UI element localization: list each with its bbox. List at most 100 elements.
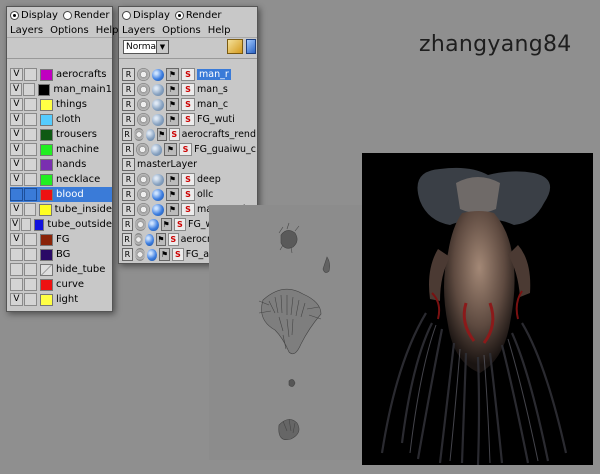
- shading-group-icon[interactable]: S: [181, 173, 195, 186]
- shading-ball-icon[interactable]: [147, 248, 158, 261]
- display-layer-row[interactable]: curve: [10, 277, 112, 292]
- template-toggle[interactable]: [24, 278, 37, 291]
- display-layer-row[interactable]: Vthings: [10, 97, 112, 112]
- layer-color-swatch[interactable]: [40, 158, 53, 171]
- shading-group-icon[interactable]: S: [173, 218, 186, 231]
- shading-group-icon[interactable]: S: [181, 98, 195, 111]
- template-toggle[interactable]: [24, 263, 37, 276]
- pass-flag-icon[interactable]: ⚑: [159, 248, 170, 261]
- pass-flag-icon[interactable]: ⚑: [166, 173, 179, 186]
- render-layer-row[interactable]: R ⚑ S FG_guaiwu_c: [122, 142, 256, 157]
- template-toggle[interactable]: [24, 188, 37, 201]
- template-toggle[interactable]: [24, 113, 37, 126]
- recycle-icon[interactable]: [137, 203, 150, 216]
- recycle-icon[interactable]: [137, 83, 150, 96]
- template-toggle[interactable]: [21, 218, 32, 231]
- recycle-icon[interactable]: [137, 68, 150, 81]
- template-toggle[interactable]: [24, 248, 37, 261]
- visibility-toggle[interactable]: V: [10, 203, 23, 216]
- pass-flag-icon[interactable]: ⚑: [164, 143, 177, 156]
- pass-flag-icon[interactable]: ⚑: [166, 188, 179, 201]
- shading-ball-icon[interactable]: [145, 128, 155, 141]
- shading-group-icon[interactable]: S: [181, 68, 195, 81]
- template-toggle[interactable]: [24, 143, 37, 156]
- visibility-toggle[interactable]: V: [10, 113, 23, 126]
- display-layer-row[interactable]: Vlight: [10, 292, 112, 307]
- layer-color-swatch[interactable]: [40, 68, 53, 81]
- layer-color-swatch[interactable]: [40, 278, 53, 291]
- layer-color-swatch[interactable]: [40, 173, 53, 186]
- layer-color-swatch[interactable]: [40, 263, 53, 276]
- pass-flag-icon[interactable]: ⚑: [156, 128, 167, 141]
- pass-flag-icon[interactable]: ⚑: [166, 113, 179, 126]
- visibility-toggle[interactable]: V: [10, 158, 23, 171]
- renderable-toggle[interactable]: R: [122, 83, 135, 96]
- shading-group-icon[interactable]: S: [167, 233, 179, 246]
- recycle-icon[interactable]: [137, 173, 150, 186]
- layer-color-swatch[interactable]: [40, 143, 53, 156]
- renderable-toggle[interactable]: R: [122, 173, 135, 186]
- template-toggle[interactable]: [24, 173, 37, 186]
- display-layer-row[interactable]: Vmachine: [10, 142, 112, 157]
- visibility-toggle[interactable]: V: [10, 98, 23, 111]
- recycle-icon[interactable]: [137, 113, 150, 126]
- visibility-toggle[interactable]: V: [10, 218, 21, 231]
- layer-color-swatch[interactable]: [38, 83, 51, 96]
- display-layer-row[interactable]: Vman_main1: [10, 82, 112, 97]
- shading-group-icon[interactable]: S: [171, 248, 184, 261]
- renderable-toggle[interactable]: R: [122, 98, 135, 111]
- layer-option-icon[interactable]: [246, 39, 256, 54]
- layer-color-swatch[interactable]: [40, 248, 53, 261]
- display-layer-row[interactable]: Vtrousers: [10, 127, 112, 142]
- recycle-icon[interactable]: [133, 233, 144, 246]
- radio-display[interactable]: Display: [10, 10, 58, 21]
- visibility-toggle[interactable]: [10, 248, 23, 261]
- layer-color-swatch[interactable]: [39, 203, 52, 216]
- pass-flag-icon[interactable]: ⚑: [166, 203, 179, 216]
- new-layer-icon[interactable]: [227, 39, 243, 54]
- shading-group-icon[interactable]: S: [181, 113, 195, 126]
- renderable-toggle[interactable]: R: [122, 203, 135, 216]
- template-toggle[interactable]: [24, 68, 37, 81]
- display-layer-row[interactable]: Vaerocrafts: [10, 67, 112, 82]
- template-toggle[interactable]: [24, 128, 37, 141]
- visibility-toggle[interactable]: V: [10, 128, 23, 141]
- shading-ball-icon[interactable]: [152, 98, 164, 111]
- visibility-toggle[interactable]: V: [10, 68, 23, 81]
- renderable-toggle[interactable]: R: [122, 188, 135, 201]
- render-layer-row[interactable]: R ⚑ Sman_s: [122, 82, 256, 97]
- menu-layers[interactable]: Layers: [10, 25, 43, 36]
- template-toggle[interactable]: [24, 233, 37, 246]
- visibility-toggle[interactable]: [10, 263, 23, 276]
- menu-help[interactable]: Help: [96, 25, 119, 36]
- render-layer-row[interactable]: R ⚑ Sman_r: [122, 67, 256, 82]
- render-layer-row[interactable]: R ⚑ Sman_c: [122, 97, 256, 112]
- visibility-toggle[interactable]: V: [10, 173, 23, 186]
- shading-ball-icon[interactable]: [152, 173, 164, 186]
- render-layer-row[interactable]: R ⚑ Sollc: [122, 187, 256, 202]
- display-layer-row[interactable]: Vnecklace: [10, 172, 112, 187]
- shading-ball-icon[interactable]: [152, 203, 164, 216]
- radio-render[interactable]: Render: [174, 10, 221, 21]
- shading-group-icon[interactable]: S: [168, 128, 180, 141]
- display-layer-row[interactable]: Vhands: [10, 157, 112, 172]
- render-layer-row[interactable]: RmasterLayer: [122, 157, 256, 172]
- radio-display[interactable]: Display: [122, 10, 170, 21]
- template-toggle[interactable]: [24, 98, 37, 111]
- display-layer-row[interactable]: hide_tube: [10, 262, 112, 277]
- shading-group-icon[interactable]: S: [181, 188, 195, 201]
- renderable-toggle[interactable]: R: [122, 158, 135, 171]
- menu-layers[interactable]: Layers: [122, 25, 155, 36]
- renderable-toggle[interactable]: R: [122, 233, 132, 246]
- layer-color-swatch[interactable]: [40, 188, 53, 201]
- shading-ball-icon[interactable]: [150, 143, 163, 156]
- shading-ball-icon[interactable]: [152, 188, 164, 201]
- renderable-toggle[interactable]: R: [122, 128, 133, 141]
- renderable-toggle[interactable]: R: [122, 143, 135, 156]
- recycle-icon[interactable]: [134, 128, 144, 141]
- recycle-icon[interactable]: [136, 143, 149, 156]
- display-layer-row[interactable]: Vtube_outside: [10, 217, 112, 232]
- renderable-toggle[interactable]: R: [122, 218, 134, 231]
- pass-flag-icon[interactable]: ⚑: [155, 233, 166, 246]
- pass-flag-icon[interactable]: ⚑: [166, 83, 179, 96]
